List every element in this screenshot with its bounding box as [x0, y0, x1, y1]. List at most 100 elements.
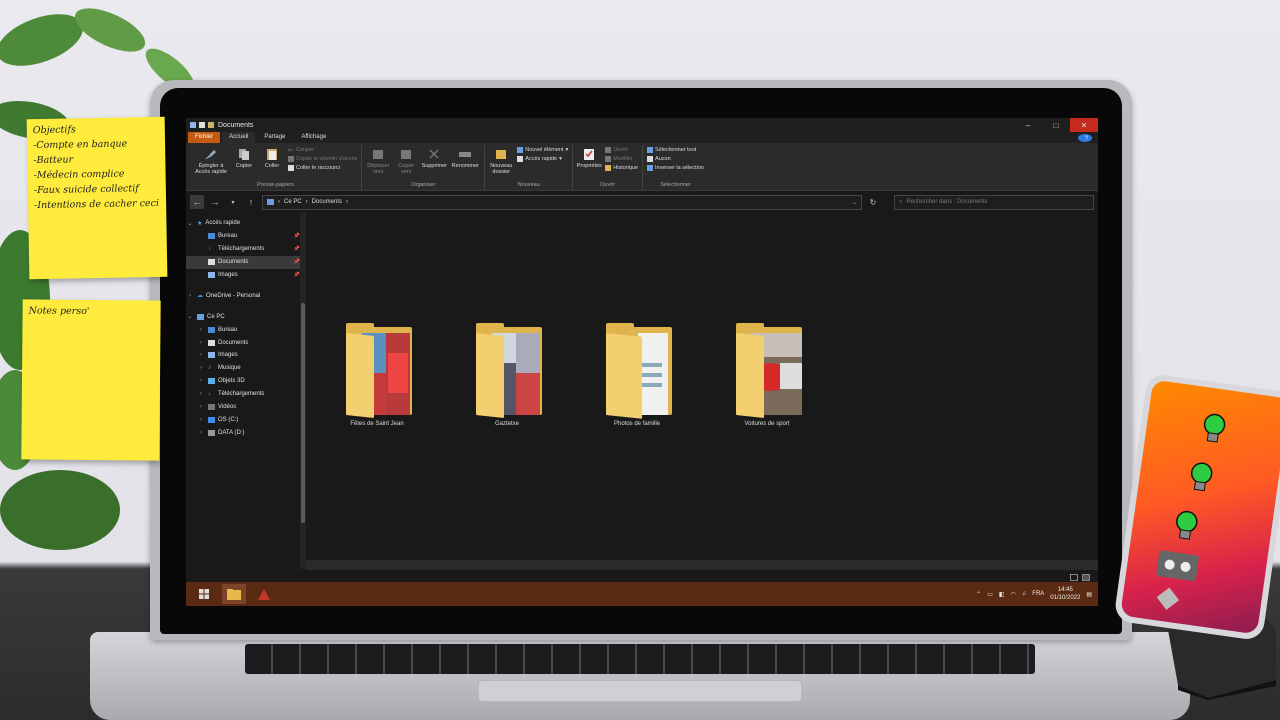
music-note-icon: ♪ [208, 364, 212, 372]
chevron-down-icon: ▾ [565, 147, 569, 153]
easy-access-button[interactable]: Accès rapide ▾ [517, 156, 568, 162]
folder-item[interactable]: Fêtes de Saint Jean [332, 323, 422, 427]
easy-access-icon [517, 156, 524, 162]
group-label-clipboard: Presse-papiers [257, 182, 295, 188]
nav-quick-documents[interactable]: Documents 📌 [186, 255, 306, 269]
open-icon [605, 147, 612, 153]
smartphone [1113, 372, 1280, 642]
tab-affichage[interactable]: Affichage [294, 132, 333, 143]
search-icon: ⌕ [899, 198, 903, 205]
cut-button[interactable]: ✂ Couper [288, 147, 357, 154]
open-button[interactable]: Ouvrir [605, 147, 638, 153]
breadcrumb-documents[interactable]: Documents [312, 199, 342, 205]
new-folder-icon[interactable] [208, 122, 214, 128]
desktop-icon [208, 326, 215, 333]
taskbar: ⌃ ▭ ◧ ◠ ♫ FRA 14:45 01/10/2022 ▤ [186, 582, 1098, 606]
clock[interactable]: 14:45 01/10/2022 [1050, 586, 1080, 602]
nav-pc-data-d[interactable]: › DATA (D:) [186, 426, 306, 439]
folder-icon [190, 122, 196, 128]
copy-button[interactable]: Copier [232, 145, 256, 182]
nav-this-pc[interactable]: ⌄ Ce PC [186, 310, 306, 323]
up-arrow-icon[interactable]: ↑ [244, 195, 258, 209]
ribbon-group-organize: Déplacer vers Copier vers Supprimer Reno… [362, 145, 486, 190]
nav-pc-telechargements[interactable]: › ↓ Téléchargements [186, 388, 306, 401]
network-icon[interactable]: ◧ [999, 591, 1005, 598]
move-to-button[interactable]: Déplacer vers [366, 145, 390, 182]
copy-to-icon [401, 150, 412, 159]
invert-selection-button[interactable]: Inverser la sélection [647, 165, 704, 171]
select-none-button[interactable]: Aucun [647, 156, 704, 162]
battery-icon[interactable]: ▭ [987, 591, 993, 598]
search-box[interactable]: ⌕ Rechercher dans : Documents [894, 194, 1094, 210]
properties-button[interactable]: Propriétés [577, 145, 602, 182]
folder-item[interactable]: Photos de famille [592, 323, 682, 427]
chevron-down-icon[interactable]: ▾ [226, 195, 240, 209]
start-windows-icon[interactable] [192, 584, 216, 604]
rename-icon [459, 152, 472, 157]
file-list-area: Fêtes de Saint Jean Gaztetxe Photos de f… [306, 213, 1098, 569]
edit-button[interactable]: Modifier [605, 156, 638, 162]
new-folder-button[interactable]: Nouveau dossier [489, 145, 513, 182]
nav-quick-telechargements[interactable]: ↓ Téléchargements 📌 [186, 243, 306, 256]
nav-quick-bureau[interactable]: Bureau 📌 [186, 230, 306, 243]
back-arrow-icon[interactable]: ← [190, 195, 204, 209]
rename-button[interactable]: Renommer [450, 145, 480, 182]
large-icons-view-icon[interactable] [1082, 573, 1090, 581]
address-bar-row: ← → ▾ ↑ › Ce PC › Documents › ⌄ ↻ ⌕ Rech… [186, 191, 1098, 213]
ribbon-group-open: Propriétés Ouvrir Modifier Historique Ou… [573, 145, 644, 190]
tab-partage[interactable]: Partage [257, 132, 292, 143]
new-item-button[interactable]: Nouvel élément ▾ [517, 147, 568, 153]
refresh-icon[interactable]: ↻ [866, 195, 880, 209]
select-all-button[interactable]: Sélectionner tout [647, 147, 704, 153]
volume-icon[interactable]: ♫ [1022, 591, 1027, 597]
history-button[interactable]: Historique [605, 165, 638, 171]
copy-path-button[interactable]: Copier le chemin d'accès [288, 156, 357, 162]
paste-shortcut-button[interactable]: Coller le raccourci [288, 165, 357, 171]
warning-app-taskbar-icon[interactable] [252, 584, 276, 604]
scrollbar-thumb[interactable] [301, 303, 305, 523]
properties-icon[interactable] [199, 122, 205, 128]
chevron-up-icon[interactable]: ⌃ [976, 591, 981, 598]
delete-button[interactable]: Supprimer [422, 145, 447, 182]
wifi-icon[interactable]: ◠ [1011, 591, 1016, 598]
nav-pc-os-c[interactable]: › OS (C:) [186, 413, 306, 426]
nav-pc-documents[interactable]: › Documents [186, 336, 306, 349]
close-button[interactable]: ✕ [1070, 118, 1098, 132]
scissors-icon: ✂ [288, 148, 294, 154]
language-indicator[interactable]: FRA [1032, 591, 1044, 597]
help-icon[interactable]: ? [1078, 133, 1092, 142]
nav-quick-images[interactable]: Images 📌 [186, 269, 306, 282]
tab-fichier[interactable]: Fichier [188, 132, 221, 143]
address-bar[interactable]: › Ce PC › Documents › ⌄ [262, 194, 862, 210]
pin-quick-access-button[interactable]: Épingler à Accès rapide [194, 145, 228, 182]
file-explorer-taskbar-icon[interactable] [222, 584, 246, 604]
nav-pc-objets-3d[interactable]: › Objets 3D [186, 375, 306, 388]
folder-icon [227, 588, 241, 600]
chevron-down-icon[interactable]: ⌄ [852, 199, 857, 206]
pc-icon [197, 313, 204, 320]
folder-item[interactable]: Gaztetxe [462, 323, 552, 427]
nav-pc-videos[interactable]: › Vidéos [186, 401, 306, 414]
folder-item[interactable]: Voitures de sport [722, 323, 812, 427]
forward-arrow-icon[interactable]: → [208, 195, 222, 209]
copy-to-button[interactable]: Copier vers [394, 145, 418, 182]
chevron-right-icon[interactable]: › [186, 293, 194, 299]
navigation-pane: ⌄ ★ Accès rapide Bureau 📌 ↓ Téléchargements 📌… [186, 213, 306, 569]
paste-button[interactable]: Coller [260, 145, 284, 182]
nav-pc-images[interactable]: › Images [186, 349, 306, 362]
nav-pc-bureau[interactable]: › Bureau [186, 323, 306, 336]
details-view-icon[interactable] [1070, 573, 1078, 581]
tab-accueil[interactable]: Accueil [222, 132, 256, 143]
maximize-button[interactable]: □ [1042, 118, 1070, 132]
nav-quick-access[interactable]: ⌄ ★ Accès rapide [186, 217, 306, 230]
nav-pc-musique[interactable]: › ♪ Musique [186, 362, 306, 375]
minimize-button[interactable]: – [1014, 118, 1042, 132]
sticky-note-personal: Notes perso' [21, 299, 161, 461]
breadcrumb-ce-pc[interactable]: Ce PC [284, 199, 302, 205]
nav-onedrive[interactable]: › ☁ OneDrive - Personal [186, 289, 306, 302]
horizontal-scrollbar[interactable] [306, 560, 1098, 570]
search-input[interactable]: Rechercher dans : Documents [906, 199, 987, 205]
chevron-down-icon[interactable]: ⌄ [186, 313, 194, 320]
chevron-down-icon[interactable]: ⌄ [186, 220, 194, 227]
notification-icon[interactable]: ▤ [1086, 591, 1092, 598]
